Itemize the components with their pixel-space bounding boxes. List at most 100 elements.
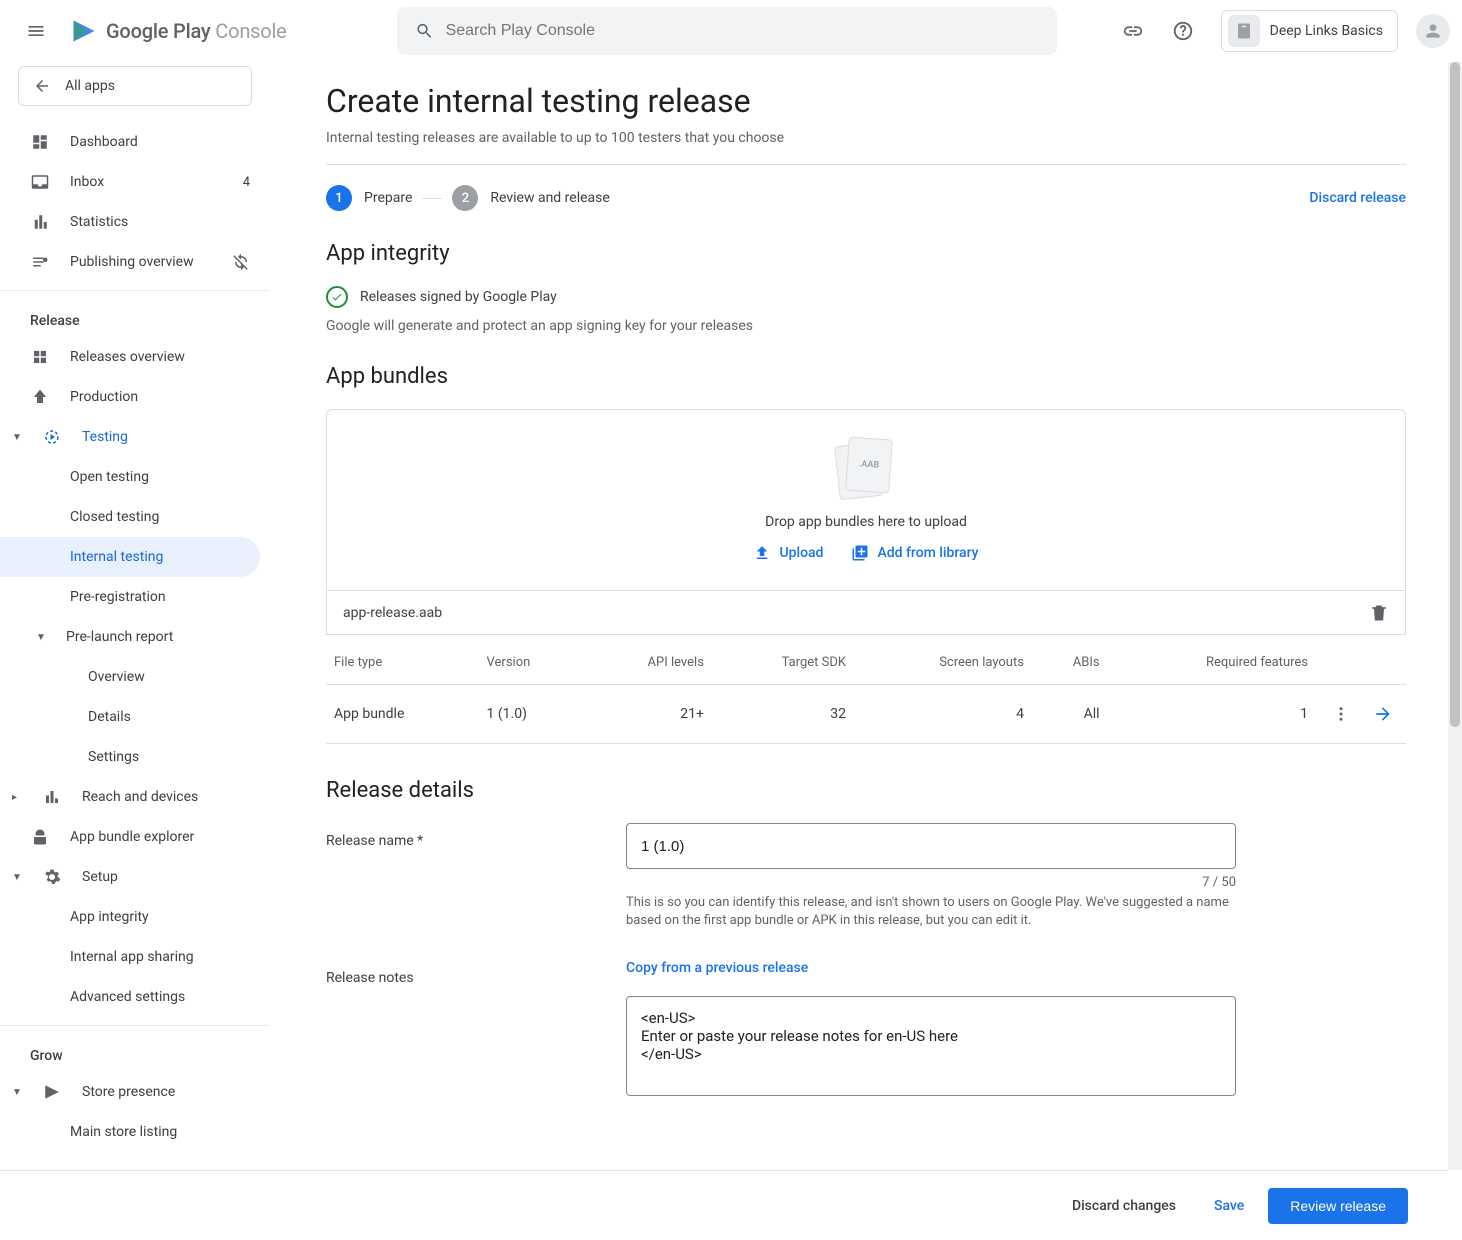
delete-file-button[interactable]	[1369, 603, 1389, 623]
search-box[interactable]	[397, 7, 1057, 55]
step-review-release[interactable]: 2 Review and release	[452, 185, 609, 211]
app-selector-chip[interactable]: Deep Links Basics	[1221, 10, 1398, 52]
link-button[interactable]	[1113, 11, 1153, 51]
copy-previous-release-link[interactable]: Copy from a previous release	[626, 960, 808, 976]
release-name-label: Release name *	[326, 823, 626, 930]
discard-changes-button[interactable]: Discard changes	[1058, 1188, 1190, 1224]
bundles-table: File type Version API levels Target SDK …	[326, 641, 1406, 744]
gear-icon	[43, 868, 61, 886]
step-1-circle: 1	[326, 185, 352, 211]
save-button[interactable]: Save	[1200, 1188, 1258, 1224]
logo-text: Google Play Console	[106, 19, 287, 43]
nav-prelaunch-settings[interactable]: Settings	[0, 737, 270, 777]
uploaded-file-row: app-release.aab	[326, 591, 1406, 635]
upload-icon	[753, 544, 771, 562]
scrollbar-thumb[interactable]	[1450, 62, 1460, 727]
library-icon	[851, 544, 869, 562]
nav-statistics[interactable]: Statistics	[0, 202, 270, 242]
app-bundles-heading: App bundles	[326, 364, 1406, 389]
nav-publishing-overview[interactable]: Publishing overview	[0, 242, 270, 282]
section-release: Release	[0, 299, 270, 337]
search-input[interactable]	[446, 22, 1039, 40]
release-notes-textarea[interactable]: <en-US> Enter or paste your release note…	[626, 996, 1236, 1096]
hamburger-menu-button[interactable]	[12, 7, 60, 55]
dropzone[interactable]: .AAB Drop app bundles here to upload Upl…	[326, 409, 1406, 591]
add-from-library-button[interactable]: Add from library	[851, 544, 978, 562]
nav-inbox[interactable]: Inbox4	[0, 162, 270, 202]
person-icon	[1423, 21, 1443, 41]
inbox-badge: 4	[243, 175, 250, 190]
upload-button[interactable]: Upload	[753, 544, 823, 562]
release-notes-label: Release notes	[326, 960, 626, 1096]
play-icon	[43, 1083, 61, 1101]
link-icon	[1122, 20, 1144, 42]
top-bar: Google Play Console Deep Links Basics	[0, 0, 1462, 62]
check-circle-icon	[326, 286, 348, 308]
app-icon	[1228, 15, 1260, 47]
scrollbar[interactable]	[1448, 62, 1462, 1170]
nav-store-presence[interactable]: ▼Store presence	[0, 1072, 270, 1112]
account-avatar[interactable]	[1416, 14, 1450, 48]
row-more-button[interactable]	[1326, 699, 1356, 729]
nav-dashboard[interactable]: Dashboard	[0, 122, 270, 162]
publishing-icon	[31, 253, 49, 271]
bottom-action-bar: Discard changes Save Review release	[0, 1170, 1448, 1240]
main-content: Create internal testing release Internal…	[270, 62, 1462, 1240]
nav-internal-testing[interactable]: Internal testing	[0, 537, 260, 577]
sidebar: All apps Dashboard Inbox4 Statistics Pub…	[0, 62, 270, 1240]
page-title: Create internal testing release	[326, 82, 1406, 120]
menu-icon	[26, 21, 46, 41]
nav-internal-app-sharing[interactable]: Internal app sharing	[0, 937, 270, 977]
nav-production[interactable]: Production	[0, 377, 270, 417]
drop-text: Drop app bundles here to upload	[327, 514, 1405, 530]
release-name-help: This is so you can identify this release…	[626, 894, 1236, 930]
nav-open-testing[interactable]: Open testing	[0, 457, 270, 497]
aab-file-icon: .AAB	[837, 438, 895, 498]
nav-pre-registration[interactable]: Pre-registration	[0, 577, 270, 617]
release-name-counter: 7 / 50	[626, 875, 1236, 890]
search-icon	[415, 21, 434, 41]
release-name-input[interactable]	[626, 823, 1236, 869]
nav-testing[interactable]: ▼Testing	[0, 417, 270, 457]
app-name-label: Deep Links Basics	[1270, 23, 1383, 39]
nav-releases-overview[interactable]: Releases overview	[0, 337, 270, 377]
nav-setup[interactable]: ▼Setup	[0, 857, 270, 897]
sync-off-icon	[232, 253, 250, 271]
statistics-icon	[31, 213, 49, 231]
nav-app-bundle-explorer[interactable]: App bundle explorer	[0, 817, 270, 857]
step-prepare[interactable]: 1 Prepare	[326, 185, 412, 211]
arrow-right-icon	[1373, 704, 1393, 724]
nav-closed-testing[interactable]: Closed testing	[0, 497, 270, 537]
nav-app-integrity[interactable]: App integrity	[0, 897, 270, 937]
nav-pre-launch-report[interactable]: ▼Pre-launch report	[0, 617, 270, 657]
more-vert-icon	[1332, 705, 1350, 723]
table-row: App bundle 1 (1.0) 21+ 32 4 All 1	[326, 685, 1406, 744]
help-icon	[1172, 20, 1194, 42]
all-apps-label: All apps	[65, 78, 115, 94]
play-console-icon	[70, 17, 98, 45]
stepper: 1 Prepare 2 Review and release Discard r…	[326, 185, 1406, 211]
page-subtitle: Internal testing releases are available …	[326, 130, 1406, 146]
app-integrity-heading: App integrity	[326, 241, 1406, 266]
nav-main-store-listing[interactable]: Main store listing	[0, 1112, 270, 1152]
row-arrow-button[interactable]	[1368, 699, 1398, 729]
devices-icon	[43, 788, 61, 806]
android-icon	[31, 828, 49, 846]
section-grow: Grow	[0, 1034, 270, 1072]
signed-text: Releases signed by Google Play	[360, 289, 557, 305]
help-button[interactable]	[1163, 11, 1203, 51]
testing-icon	[43, 428, 61, 446]
discard-release-link[interactable]: Discard release	[1309, 190, 1406, 206]
nav-prelaunch-overview[interactable]: Overview	[0, 657, 270, 697]
nav-prelaunch-details[interactable]: Details	[0, 697, 270, 737]
logo[interactable]: Google Play Console	[70, 17, 287, 45]
nav-advanced-settings[interactable]: Advanced settings	[0, 977, 270, 1017]
review-release-button[interactable]: Review release	[1268, 1188, 1408, 1224]
trash-icon	[1369, 603, 1389, 623]
release-details-heading: Release details	[326, 778, 1406, 803]
dashboard-icon	[31, 133, 49, 151]
step-2-circle: 2	[452, 185, 478, 211]
nav-reach-devices[interactable]: ▸Reach and devices	[0, 777, 270, 817]
all-apps-button[interactable]: All apps	[18, 66, 252, 106]
grid-icon	[31, 348, 49, 366]
